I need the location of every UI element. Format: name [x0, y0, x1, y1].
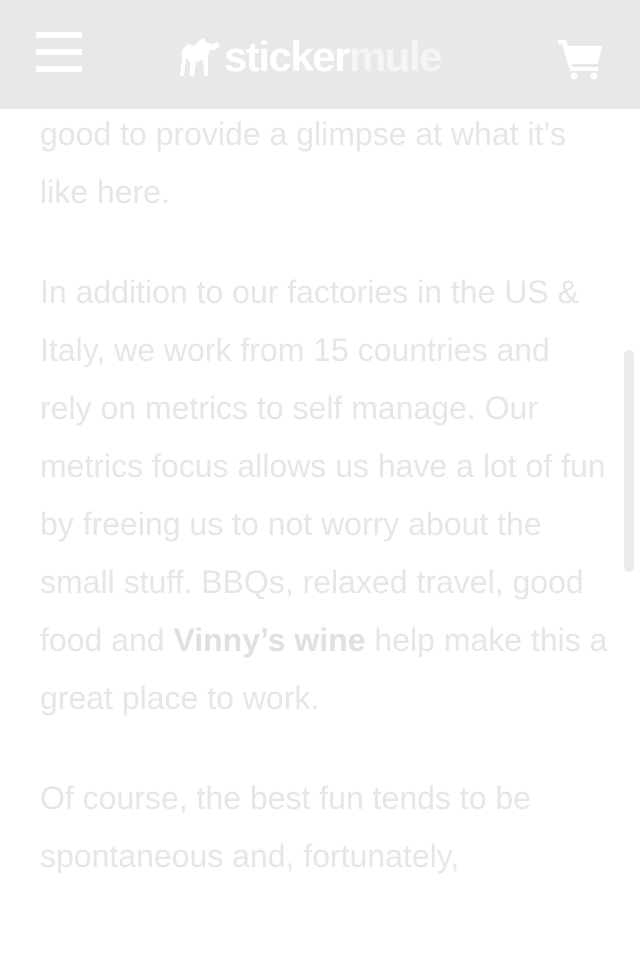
vinnys-wine-link[interactable]: Vinny’s wine: [173, 622, 365, 658]
menu-line: [36, 32, 82, 38]
cart-icon-graphic: [558, 40, 602, 80]
scrollbar[interactable]: [624, 350, 634, 572]
article-content: good to provide a glimpse at what it’s l…: [40, 105, 610, 927]
paragraph-factories-text: In addition to our factories in the US &…: [40, 274, 606, 658]
mule-logo-icon: [180, 38, 220, 76]
paragraph-spontaneous: Of course, the best fun tends to be spon…: [40, 780, 531, 874]
logo-text-sticker: sticker: [224, 33, 350, 80]
hamburger-menu-icon[interactable]: [36, 32, 82, 72]
stickermule-logo[interactable]: sticker mule: [178, 28, 443, 80]
menu-line: [36, 66, 82, 72]
menu-line: [36, 49, 82, 55]
paragraph-factories: In addition to our factories in the US &…: [40, 263, 610, 727]
logo-text-mule: mule: [348, 33, 443, 80]
shopping-cart-icon[interactable]: [556, 36, 604, 80]
top-navigation-bar: sticker mule: [0, 0, 640, 109]
page: sticker mule good to provide a glimpse at…: [0, 0, 640, 959]
paragraph-intro: good to provide a glimpse at what it’s l…: [40, 116, 566, 210]
